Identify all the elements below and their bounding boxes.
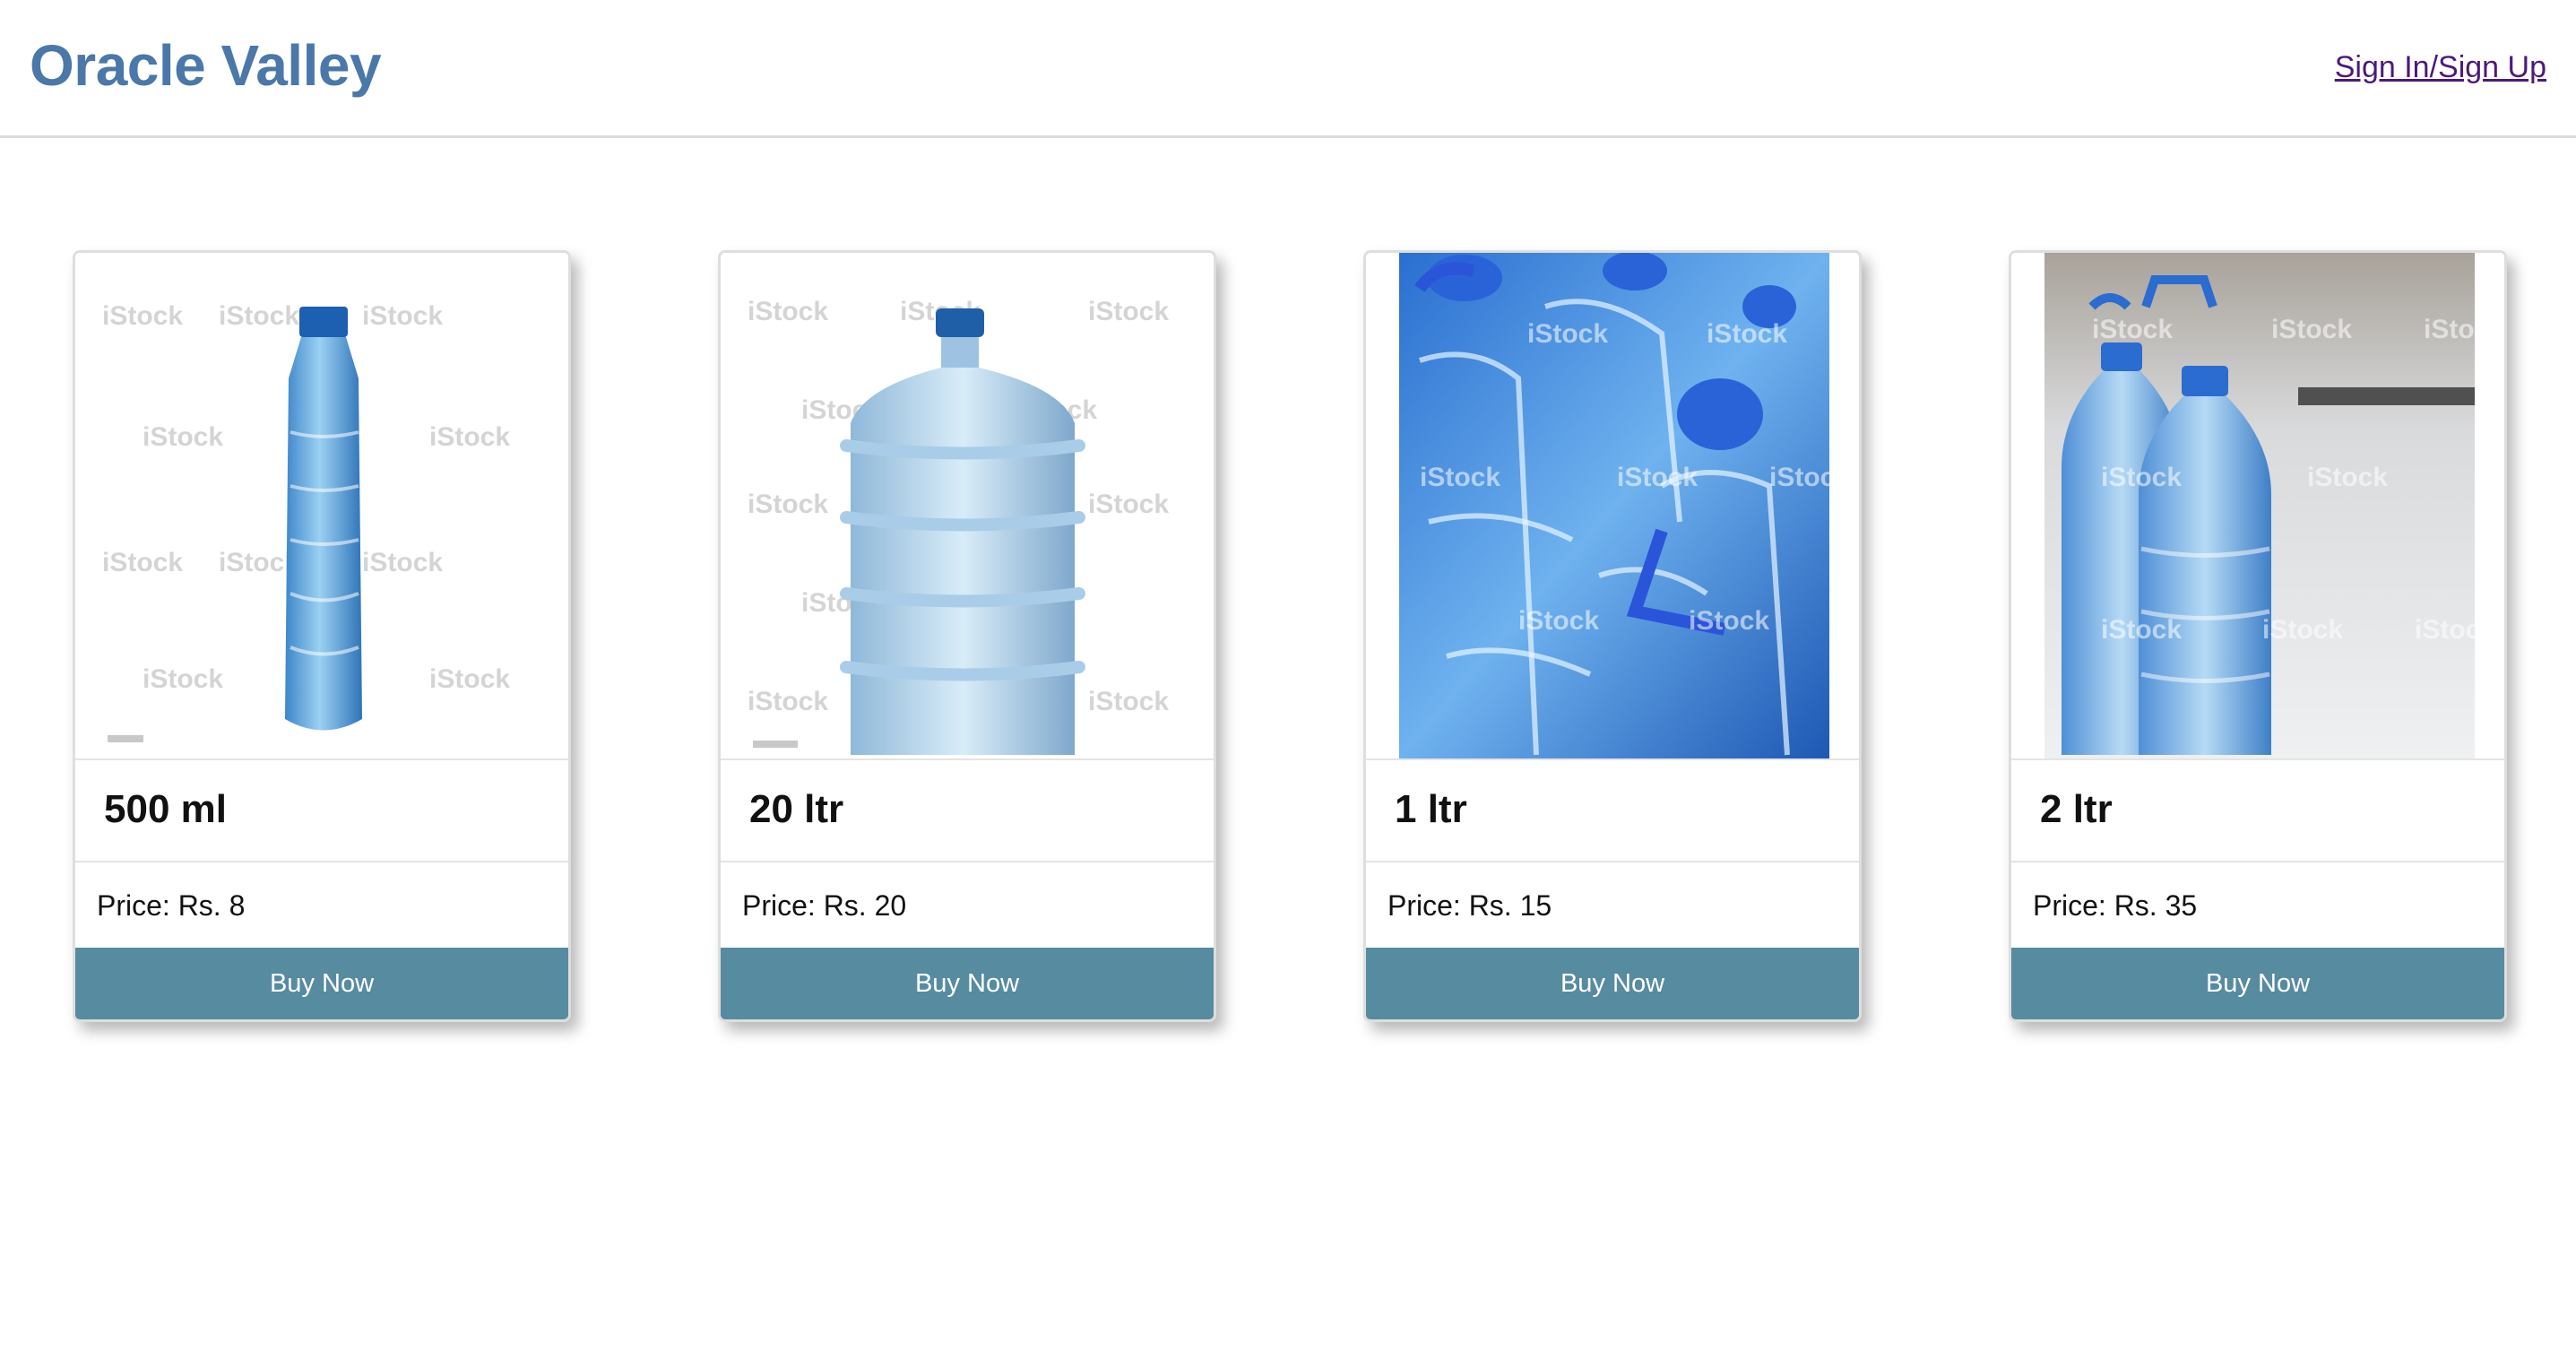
product-name-row: 1 ltr bbox=[1366, 758, 1859, 862]
product-name: 500 ml bbox=[104, 787, 227, 831]
product-name: 2 ltr bbox=[2040, 787, 2113, 831]
watermark-text: iStock bbox=[1769, 463, 1850, 492]
product-name-row: 2 ltr bbox=[2011, 758, 2504, 862]
product-card: iStock iStock iStock iStock iStock iStoc… bbox=[1363, 250, 1862, 1022]
product-price: Price: Rs. 8 bbox=[97, 889, 246, 922]
watermark-text: iStock bbox=[2415, 615, 2495, 645]
product-name: 20 ltr bbox=[749, 787, 844, 831]
watermark-text: iStock bbox=[1088, 490, 1169, 519]
watermark-text: iStock bbox=[748, 687, 828, 716]
watermark-text: iStock bbox=[429, 664, 510, 694]
product-card: iStock iStock iStock iStock iStock iStoc… bbox=[73, 250, 571, 1022]
watermark-text: iStock bbox=[102, 548, 183, 577]
watermark-text: iStock bbox=[2307, 463, 2388, 492]
product-card: iStock iStock iStock iStock iStock iStoc… bbox=[718, 250, 1216, 1022]
watermark-text: iStock bbox=[1518, 606, 1599, 636]
watermark-text: iStock bbox=[1617, 463, 1698, 492]
buy-now-button[interactable]: Buy Now bbox=[2011, 948, 2504, 1019]
product-name-row: 20 ltr bbox=[721, 758, 1214, 862]
product-image[interactable]: iStock iStock iStock iStock iStock iStoc… bbox=[2011, 253, 2504, 758]
product-price: Price: Rs. 35 bbox=[2033, 889, 2198, 922]
watermark-text: iStock bbox=[219, 301, 299, 331]
watermark-text: iStock bbox=[1689, 606, 1769, 636]
product-card: iStock iStock iStock iStock iStock iStoc… bbox=[2009, 250, 2507, 1022]
watermark-text: iStock bbox=[1527, 319, 1608, 349]
watermark-text: iStock bbox=[2101, 615, 2182, 645]
signin-link[interactable]: Sign In/Sign Up bbox=[2335, 50, 2546, 85]
product-price: Price: Rs. 15 bbox=[1387, 889, 1552, 922]
watermark-text: iStock bbox=[143, 422, 223, 452]
watermark-text: iStock bbox=[2424, 315, 2504, 344]
product-name-row: 500 ml bbox=[75, 758, 568, 862]
watermark-text: iStock bbox=[1088, 297, 1169, 326]
product-image[interactable]: iStock iStock iStock iStock iStock iStoc… bbox=[75, 253, 568, 758]
water-jar-image: iStock iStock iStock iStock iStock iStoc… bbox=[721, 253, 1214, 758]
brand-title[interactable]: Oracle Valley bbox=[30, 32, 382, 99]
watermark-text: iStock bbox=[143, 664, 223, 694]
product-image[interactable]: iStock iStock iStock iStock iStock iStoc… bbox=[1366, 253, 1859, 758]
watermark-text: iStock bbox=[748, 490, 828, 519]
watermark-text: iStock bbox=[748, 297, 828, 326]
watermark-text: iStock bbox=[2092, 315, 2173, 344]
buy-now-button[interactable]: Buy Now bbox=[75, 948, 568, 1019]
product-image[interactable]: iStock iStock iStock iStock iStock iStoc… bbox=[721, 253, 1214, 758]
buy-now-button[interactable]: Buy Now bbox=[1366, 948, 1859, 1019]
watermark-text: iStock bbox=[1088, 687, 1169, 716]
watermark-text: iStock bbox=[2271, 315, 2352, 344]
product-price: Price: Rs. 20 bbox=[742, 889, 907, 922]
product-name: 1 ltr bbox=[1395, 787, 1467, 831]
watermark-text: iStock bbox=[429, 422, 510, 452]
buy-now-button[interactable]: Buy Now bbox=[721, 948, 1214, 1019]
site-header: Oracle Valley Sign In/Sign Up bbox=[0, 0, 2576, 138]
watermark-text: iStock bbox=[2101, 463, 2182, 492]
watermark-text: iStock bbox=[2262, 615, 2343, 645]
watermark-text: iStock bbox=[1707, 319, 1787, 349]
two-bottles-image: iStock iStock iStock iStock iStock iStoc… bbox=[2011, 253, 2504, 758]
small-bottle-image: iStock iStock iStock iStock iStock iStoc… bbox=[75, 253, 568, 758]
bottles-pile-image: iStock iStock iStock iStock iStock iStoc… bbox=[1366, 253, 1859, 758]
watermark-text: iStock bbox=[362, 548, 443, 577]
watermark-text: iStock bbox=[362, 301, 443, 331]
watermark-text: iStock bbox=[102, 301, 183, 331]
watermark-text: iStock bbox=[1420, 463, 1500, 492]
